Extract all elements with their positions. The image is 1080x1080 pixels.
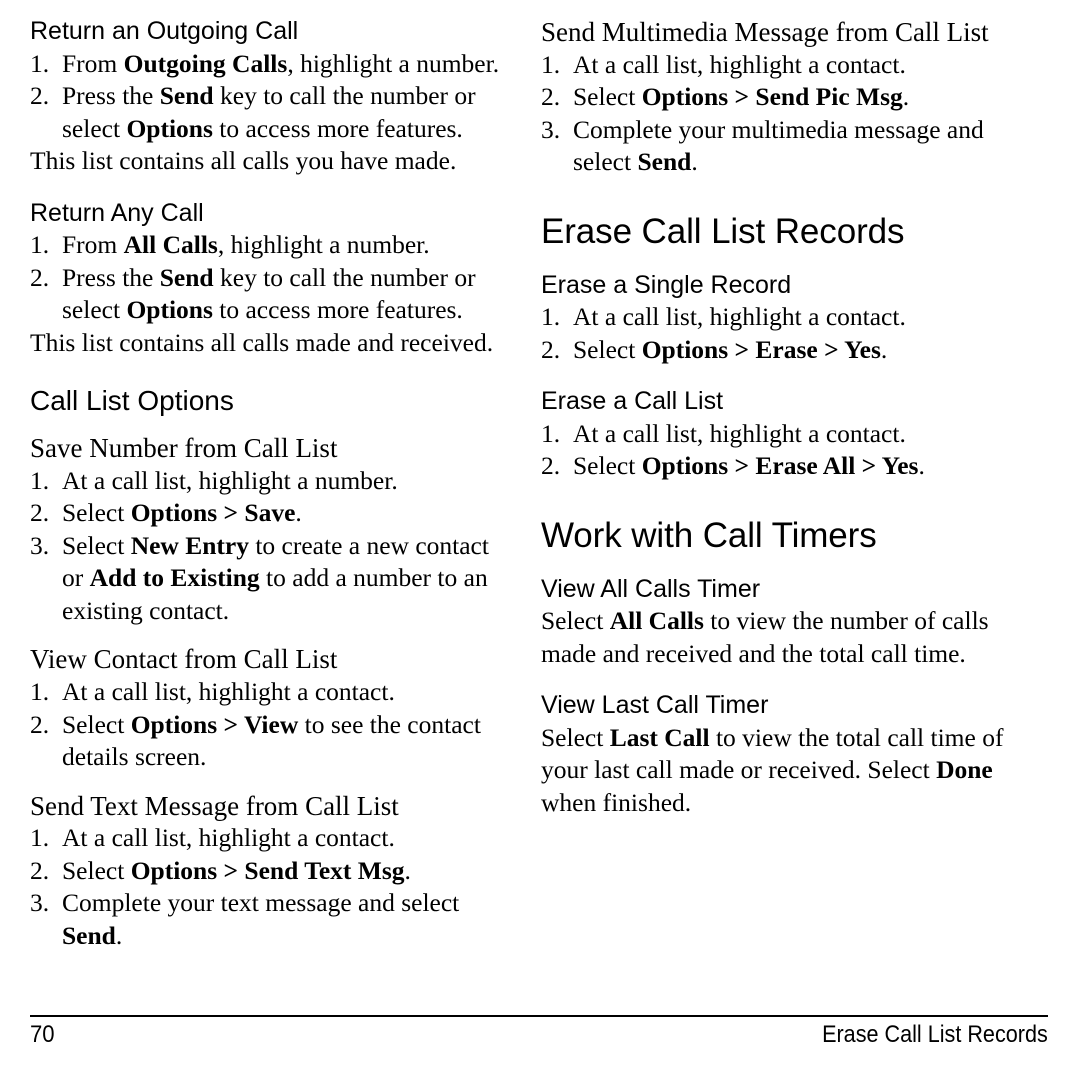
step-text: At a call list, highlight a contact. (62, 677, 395, 707)
heading-return-any-call: Return Any Call (30, 198, 204, 227)
right-column: Send Multimedia Message from Call List 1… (541, 17, 1011, 998)
running-title: Erase Call List Records (822, 1021, 1048, 1048)
step-text: At a call list, highlight a contact. (573, 302, 906, 332)
step-text: At a call list, highlight a contact. (573, 49, 906, 79)
step-text: From Outgoing Calls, highlight a number. (62, 48, 500, 78)
list-item: 2. Select Options > Erase All > Yes. (541, 450, 1011, 483)
step-number: 2. (30, 81, 50, 110)
body-view-last-call-timer: Select Last Call to view the total call … (541, 722, 1004, 817)
list-item: 2. Press the Send key to call the number… (30, 262, 500, 327)
step-text: Select New Entry to create a new contact… (62, 530, 489, 625)
left-column: Return an Outgoing Call 1. From Outgoing… (30, 17, 500, 998)
list-item: 2. Select Options > Send Text Msg. (30, 855, 500, 888)
heading-save-number-from-call-list: Save Number from Call List (30, 433, 338, 464)
two-column-body: Return an Outgoing Call 1. From Outgoing… (30, 17, 1048, 998)
step-text: At a call list, highlight a contact. (62, 823, 395, 853)
step-text: Select Options > Save. (62, 498, 302, 528)
step-number: 3. (541, 114, 561, 144)
list-item: 1. At a call list, highlight a number. (30, 465, 500, 498)
steps-return-an-outgoing-call: 1. From Outgoing Calls, highlight a numb… (30, 48, 500, 146)
page-number: 70 (30, 1021, 55, 1048)
list-item: 1. At a call list, highlight a contact. (30, 822, 500, 855)
footer-row: 70 Erase Call List Records (30, 1021, 1048, 1049)
list-item: 1. At a call list, highlight a contact. (541, 49, 1011, 82)
steps-save-number-from-call-list: 1. At a call list, highlight a number. 2… (30, 465, 500, 628)
step-text: Complete your multimedia message and sel… (573, 114, 984, 177)
note-outgoing-calls: This list contains all calls you have ma… (30, 146, 457, 175)
step-number: 2. (30, 498, 50, 528)
steps-erase-a-call-list: 1. At a call list, highlight a contact. … (541, 418, 1011, 483)
step-number: 1. (30, 823, 50, 853)
step-number: 3. (30, 888, 50, 918)
step-number: 2. (541, 451, 561, 481)
steps-return-any-call: 1. From All Calls, highlight a number. 2… (30, 229, 500, 327)
step-number: 2. (30, 709, 50, 739)
heading-call-list-options: Call List Options (30, 385, 234, 416)
list-item: 2. Press the Send key to call the number… (30, 80, 500, 145)
steps-erase-a-single-record: 1. At a call list, highlight a contact. … (541, 301, 1011, 366)
step-number: 3. (30, 530, 50, 560)
heading-view-contact-from-call-list: View Contact from Call List (30, 644, 338, 675)
step-text: From All Calls, highlight a number. (62, 230, 430, 259)
page-footer: 70 Erase Call List Records (30, 1015, 1048, 1049)
step-number: 1. (30, 677, 50, 707)
step-text: At a call list, highlight a number. (62, 465, 398, 495)
heading-erase-a-call-list: Erase a Call List (541, 387, 724, 416)
list-item: 1. At a call list, highlight a contact. (541, 418, 1011, 451)
heading-send-text-message-from-call-list: Send Text Message from Call List (30, 790, 399, 821)
footer-divider (30, 1015, 1048, 1017)
list-item: 3. Complete your multimedia message and … (541, 114, 1011, 179)
list-item: 2. Select Options > View to see the cont… (30, 709, 500, 774)
list-item: 2. Select Options > Erase > Yes. (541, 334, 1011, 367)
step-number: 2. (541, 82, 561, 112)
heading-erase-a-single-record: Erase a Single Record (541, 270, 792, 299)
list-item: 3. Complete your text message and select… (30, 887, 500, 952)
steps-view-contact-from-call-list: 1. At a call list, highlight a contact. … (30, 676, 500, 774)
steps-send-multimedia-message-from-call-list: 1. At a call list, highlight a contact. … (541, 49, 1011, 179)
body-view-all-calls-timer: Select All Calls to view the number of c… (541, 606, 989, 668)
heading-erase-call-list-records: Erase Call List Records (541, 211, 905, 251)
step-text: Select Options > Send Text Msg. (62, 855, 411, 885)
step-text: Press the Send key to call the number or… (62, 262, 476, 325)
step-text: Select Options > View to see the contact… (62, 709, 481, 772)
step-number: 1. (30, 48, 50, 78)
list-item: 1. From Outgoing Calls, highlight a numb… (30, 48, 500, 81)
step-number: 1. (541, 49, 561, 79)
list-item: 3. Select New Entry to create a new cont… (30, 530, 500, 628)
list-item: 1. From All Calls, highlight a number. (30, 229, 500, 262)
step-number: 2. (30, 855, 50, 885)
step-number: 2. (541, 334, 561, 364)
steps-send-text-message-from-call-list: 1. At a call list, highlight a contact. … (30, 822, 500, 952)
heading-send-multimedia-message-from-call-list: Send Multimedia Message from Call List (541, 17, 989, 47)
step-text: Select Options > Erase > Yes. (573, 334, 888, 364)
step-text: At a call list, highlight a contact. (573, 418, 906, 448)
note-all-calls: This list contains all calls made and re… (30, 327, 494, 357)
step-number: 1. (541, 302, 561, 332)
heading-view-all-calls-timer: View All Calls Timer (541, 574, 761, 603)
heading-view-last-call-timer: View Last Call Timer (541, 691, 769, 720)
step-text: Select Options > Send Pic Msg. (573, 82, 910, 112)
heading-return-an-outgoing-call: Return an Outgoing Call (30, 17, 299, 45)
step-number: 1. (541, 418, 561, 448)
step-number: 2. (30, 262, 50, 292)
step-text: Press the Send key to call the number or… (62, 81, 476, 143)
step-text: Select Options > Erase All > Yes. (573, 451, 925, 481)
list-item: 1. At a call list, highlight a contact. (30, 676, 500, 709)
step-number: 1. (30, 230, 50, 259)
list-item: 2. Select Options > Send Pic Msg. (541, 81, 1011, 114)
manual-page: Return an Outgoing Call 1. From Outgoing… (0, 0, 1080, 1080)
list-item: 1. At a call list, highlight a contact. (541, 301, 1011, 334)
heading-work-with-call-timers: Work with Call Timers (541, 515, 877, 555)
step-number: 1. (30, 465, 50, 495)
list-item: 2. Select Options > Save. (30, 497, 500, 530)
step-text: Complete your text message and select Se… (62, 888, 460, 950)
